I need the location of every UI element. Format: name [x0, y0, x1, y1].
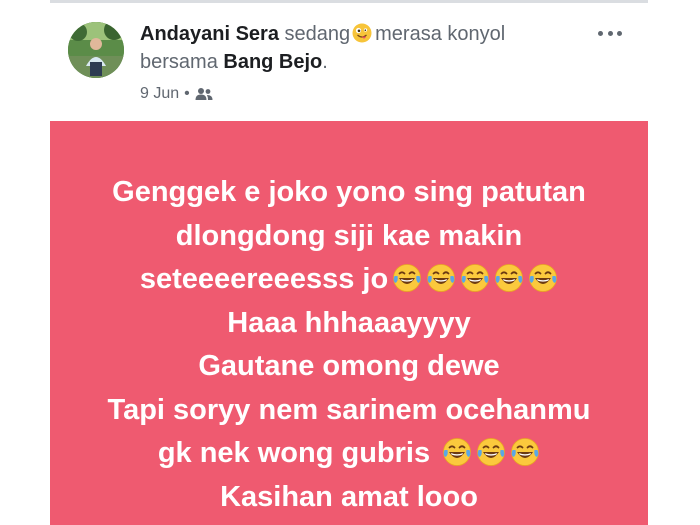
post-line-1: Genggek e joko yono sing patutan [112, 176, 586, 208]
post-line-3: seteeeereeesss jo [50, 258, 648, 302]
face-with-tears-of-joy-icon [442, 437, 472, 467]
with-word: bersama [140, 51, 218, 73]
post-header: Andayani Sera sedang merasa konyol bersa… [0, 0, 700, 120]
more-dot [598, 30, 603, 36]
face-with-tears-of-joy-icon [426, 263, 456, 293]
friends-icon[interactable] [195, 87, 213, 101]
face-with-tears-of-joy-icon [392, 263, 422, 293]
post-line-4: Haaa hhhaaayyyy [227, 306, 471, 339]
avatar[interactable] [68, 22, 124, 78]
post-line-3-text: seteeeereeesss jo [139, 263, 389, 295]
post-date[interactable]: 9 Jun [140, 85, 179, 103]
author-name[interactable]: Andayani Sera [140, 23, 279, 45]
more-dot [617, 30, 622, 36]
post-line-6: Tapi soryy nem sarinem ocehanmu [107, 393, 591, 426]
sentence-period: . [322, 51, 328, 73]
face-with-tears-of-joy-icon [460, 263, 490, 293]
tagged-name[interactable]: Bang Bejo [223, 51, 322, 73]
post-line-5: Gautane omong dewe [198, 350, 500, 382]
post-line-7-text: gk nek wong gubris [157, 437, 431, 469]
feeling-text[interactable]: merasa konyol [375, 23, 505, 45]
face-with-tears-of-joy-icon [476, 437, 506, 467]
post-line-8: Kasihan amat looo [220, 480, 478, 513]
face-with-tears-of-joy-icon [528, 263, 558, 293]
meta-separator: • [184, 85, 190, 102]
face-with-tears-of-joy-icon [494, 263, 524, 293]
activity-verb: sedang [284, 23, 351, 45]
more-options-icon[interactable] [598, 28, 622, 38]
more-dot [607, 30, 613, 36]
post-line-7: gk nek wong gubris [50, 432, 648, 476]
post-line-2: dlongdong siji kae makin [175, 219, 523, 252]
post-meta: 9 Jun • [140, 84, 213, 104]
post-text: Genggek e joko yono sing patutan dlongdo… [50, 171, 648, 519]
face-with-tears-of-joy-icon [510, 437, 540, 467]
post-background-card: Genggek e joko yono sing patutan dlongdo… [50, 121, 648, 525]
post-header-text: Andayani Sera sedang merasa konyol bersa… [140, 20, 580, 76]
silly-face-icon [352, 23, 372, 43]
